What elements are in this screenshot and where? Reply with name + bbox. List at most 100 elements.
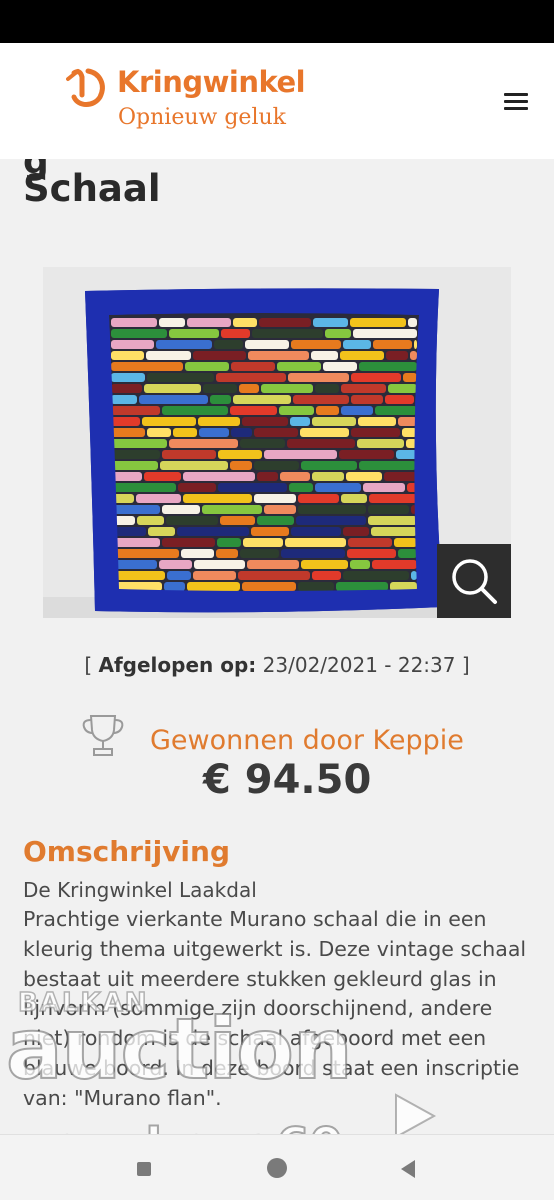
glass-stripe bbox=[144, 384, 201, 393]
glass-stripe bbox=[216, 549, 238, 558]
glass-stripe bbox=[343, 571, 409, 580]
glass-stripe bbox=[147, 428, 171, 437]
glass-stripe bbox=[111, 318, 157, 327]
glass-stripe bbox=[111, 439, 167, 448]
recent-apps-icon[interactable] bbox=[134, 1159, 154, 1179]
glass-stripe bbox=[347, 549, 396, 558]
glass-stripe bbox=[385, 395, 414, 404]
magnifier-icon bbox=[452, 559, 497, 604]
glass-stripe bbox=[341, 406, 373, 415]
glass-stripe bbox=[298, 505, 366, 514]
glass-stripe bbox=[300, 428, 349, 437]
hamburger-menu-icon[interactable] bbox=[504, 90, 536, 114]
final-price: € 94.50 bbox=[203, 757, 372, 803]
glass-stripe bbox=[257, 472, 278, 481]
glass-stripe bbox=[185, 362, 229, 371]
glass-stripe bbox=[313, 318, 348, 327]
glass-stripe bbox=[315, 483, 361, 492]
glass-stripe bbox=[111, 461, 158, 470]
glass-stripe bbox=[351, 395, 383, 404]
glass-stripe bbox=[411, 571, 417, 580]
glass-stripe bbox=[167, 571, 191, 580]
glass-stripe bbox=[111, 571, 165, 580]
glass-stripe bbox=[247, 560, 299, 569]
glass-stripe bbox=[351, 373, 401, 382]
glass-stripe bbox=[343, 527, 369, 536]
product-image[interactable] bbox=[43, 267, 511, 618]
glass-stripe bbox=[111, 406, 160, 415]
glass-stripe bbox=[136, 494, 181, 503]
glass-stripe bbox=[343, 340, 371, 349]
glass-stripe bbox=[341, 384, 386, 393]
glass-stripe bbox=[221, 329, 250, 338]
product-title: Schaal bbox=[23, 167, 161, 210]
glass-stripe bbox=[111, 417, 140, 426]
glass-stripe bbox=[261, 384, 313, 393]
glass-stripe bbox=[238, 571, 310, 580]
description-body: Prachtige vierkante Murano schaal die in… bbox=[23, 907, 527, 1110]
glass-stripe bbox=[242, 417, 288, 426]
glass-stripe bbox=[231, 362, 275, 371]
auction-ended: [ Afgelopen op: 23/02/2021 - 22:37 ] bbox=[0, 653, 554, 677]
glass-stripe bbox=[111, 395, 137, 404]
home-icon[interactable] bbox=[264, 1155, 290, 1181]
glass-stripe bbox=[340, 351, 384, 360]
glass-stripe bbox=[280, 472, 310, 481]
glass-stripe bbox=[111, 450, 160, 459]
glass-stripe bbox=[410, 351, 417, 360]
zoom-button[interactable] bbox=[437, 544, 511, 618]
description-heading: Omschrijving bbox=[23, 835, 231, 868]
glass-stripe bbox=[312, 571, 341, 580]
glass-stripe bbox=[368, 505, 409, 514]
site-header: Kringwinkel Opnieuw geluk bbox=[0, 43, 554, 159]
glass-stripe bbox=[353, 329, 417, 338]
glass-stripe bbox=[291, 527, 341, 536]
glass-stripe bbox=[348, 538, 392, 547]
kringwinkel-logo[interactable]: Kringwinkel Opnieuw geluk bbox=[66, 65, 316, 137]
glass-stripe bbox=[111, 428, 145, 437]
glass-stripe bbox=[178, 483, 216, 492]
glass-stripe bbox=[139, 395, 208, 404]
glass-stripe bbox=[217, 538, 241, 547]
glass-stripe bbox=[259, 318, 311, 327]
glass-stripe bbox=[202, 505, 262, 514]
glass-stripe bbox=[193, 571, 236, 580]
glass-stripes bbox=[111, 318, 417, 591]
glass-stripe bbox=[210, 395, 231, 404]
glass-stripe bbox=[148, 527, 175, 536]
glass-stripe bbox=[245, 340, 289, 349]
glass-stripe bbox=[169, 439, 238, 448]
glass-stripe bbox=[341, 494, 367, 503]
glass-stripe bbox=[369, 494, 417, 503]
glass-stripe bbox=[137, 516, 164, 525]
glass-stripe bbox=[159, 560, 192, 569]
glass-stripe bbox=[111, 340, 154, 349]
glass-stripe bbox=[396, 450, 417, 459]
glass-stripe bbox=[111, 373, 145, 382]
glass-stripe bbox=[187, 582, 240, 591]
glass-stripe bbox=[169, 329, 219, 338]
back-icon[interactable] bbox=[398, 1158, 418, 1180]
glass-stripe bbox=[388, 384, 417, 393]
glass-stripe bbox=[111, 505, 160, 514]
glass-stripe bbox=[220, 516, 255, 525]
glass-stripe bbox=[164, 582, 185, 591]
glass-stripe bbox=[290, 417, 310, 426]
glass-stripe bbox=[254, 428, 298, 437]
glass-stripe bbox=[203, 384, 237, 393]
glass-stripe bbox=[315, 384, 339, 393]
expired-value: 23/02/2021 - 22:37 ] bbox=[256, 653, 470, 677]
glass-stripe bbox=[368, 516, 417, 525]
glass-stripe bbox=[198, 417, 240, 426]
glass-stripe bbox=[296, 516, 366, 525]
glass-stripe bbox=[159, 318, 185, 327]
glass-stripe bbox=[257, 516, 294, 525]
glass-stripe bbox=[218, 483, 287, 492]
glass-stripe bbox=[173, 428, 197, 437]
glass-stripe bbox=[230, 461, 252, 470]
glass-stripe bbox=[285, 538, 346, 547]
glass-stripe bbox=[111, 472, 142, 481]
expired-bracket-open: [ bbox=[84, 653, 99, 677]
glass-stripe bbox=[359, 362, 417, 371]
glass-stripe bbox=[162, 538, 215, 547]
